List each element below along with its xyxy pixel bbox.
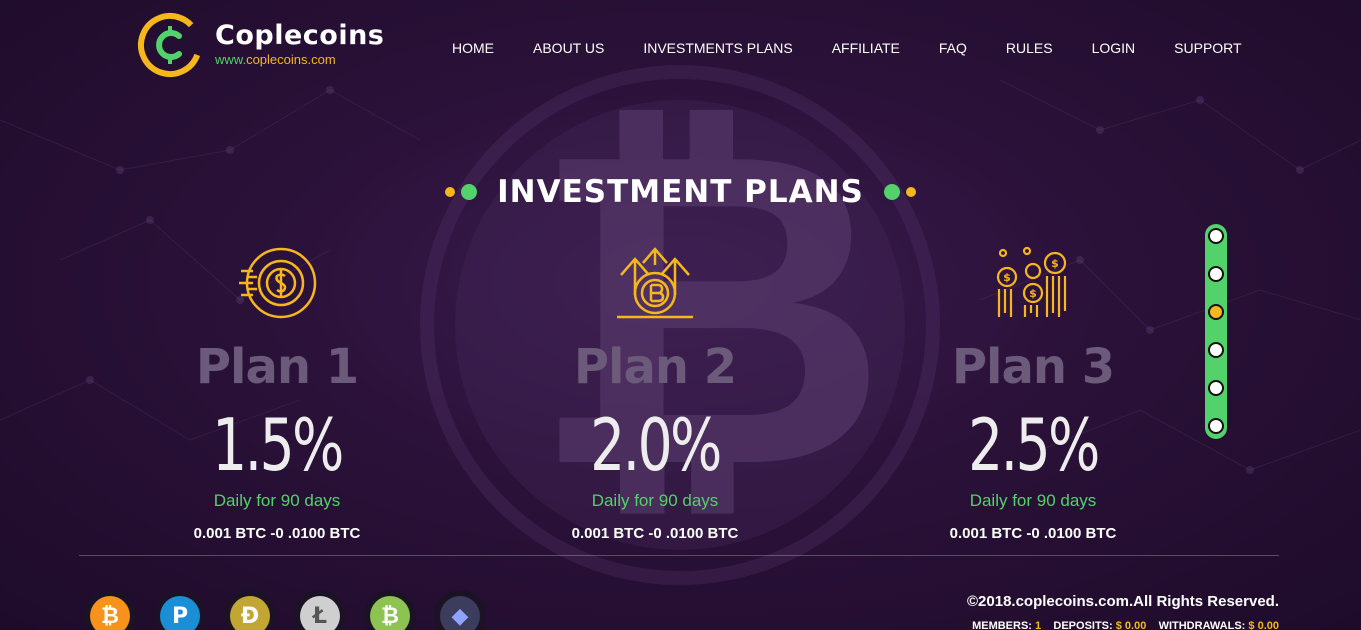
section-heading: INVESTMENT PLANS [0, 174, 1361, 210]
plan-name: Plan 2 [573, 339, 737, 395]
coin-speed-icon [239, 247, 317, 319]
plan-rate: 1.5% [212, 403, 344, 487]
slider-dot-5[interactable] [1208, 380, 1224, 396]
nav-faq[interactable]: FAQ [939, 40, 967, 56]
litecoin-icon: Ł [294, 590, 346, 630]
plan-name: Plan 1 [195, 339, 359, 395]
slider-dot-1[interactable] [1208, 228, 1224, 244]
section-slider-nav [1205, 224, 1227, 439]
payment-methods: ₿ P Ð Ł ₿ ◆ [84, 590, 504, 630]
slider-dot-6[interactable] [1208, 418, 1224, 434]
heading-dot-left-large [461, 184, 478, 200]
plan-rate: 2.0% [590, 403, 722, 487]
nav-affiliate[interactable]: AFFILIATE [832, 40, 900, 56]
heading-dot-right-large [883, 184, 900, 200]
plan-range: 0.001 BTC -0 .0100 BTC [949, 525, 1117, 542]
ethereum-icon: ◆ [434, 590, 486, 630]
site-stats: MEMBERS: 1 DEPOSITS: $ 0.00 WITHDRAWALS:… [972, 620, 1279, 630]
nav-login[interactable]: LOGIN [1092, 40, 1136, 56]
slider-dot-4[interactable] [1208, 342, 1224, 358]
svg-text:$: $ [1051, 257, 1059, 270]
logo-icon [138, 13, 202, 77]
nav-rules[interactable]: RULES [1006, 40, 1053, 56]
brand-url: www.coplecoins.com [215, 52, 336, 67]
nav-investment-plans[interactable]: INVESTMENTS PLANS [643, 40, 792, 56]
nav-support[interactable]: SUPPORT [1174, 40, 1241, 56]
heading-dot-right-small [905, 187, 916, 197]
brand-name: Coplecoins [215, 20, 385, 51]
plan-range: 0.001 BTC -0 .0100 BTC [571, 525, 739, 542]
main-nav: HOME ABOUT US INVESTMENTS PLANS AFFILIAT… [452, 40, 1281, 56]
section-title: INVESTMENT PLANS [497, 174, 864, 210]
bitcoin-cash-icon: ₿ [364, 590, 416, 630]
coin-stacks-icon: $ $ $ [996, 246, 1067, 317]
dogecoin-icon: Ð [224, 590, 276, 630]
footer-divider [79, 555, 1279, 556]
bitcoin-growth-icon [617, 247, 693, 319]
nav-home[interactable]: HOME [452, 40, 494, 56]
plan-card-1[interactable]: Plan 1 1.5% Daily for 90 days 0.001 BTC … [157, 245, 397, 542]
svg-text:$: $ [1029, 287, 1037, 300]
plan-card-2[interactable]: Plan 2 2.0% Daily for 90 days 0.001 BTC … [535, 245, 775, 542]
plan-term: Daily for 90 days [213, 491, 341, 510]
copyright: ©2018.coplecoins.com.All Rights Reserved… [967, 593, 1279, 610]
heading-dot-left-small [445, 187, 456, 197]
site-logo[interactable]: Coplecoins www.coplecoins.com [137, 12, 384, 78]
nav-about-us[interactable]: ABOUT US [533, 40, 604, 56]
slider-dot-2[interactable] [1208, 266, 1224, 282]
payeer-icon: P [154, 590, 206, 630]
slider-dot-3-active[interactable] [1208, 304, 1224, 320]
bitcoin-icon: ₿ [84, 590, 136, 630]
plan-rate: 2.5% [968, 403, 1100, 487]
plan-term: Daily for 90 days [969, 491, 1097, 510]
svg-text:$: $ [1003, 271, 1011, 284]
plan-name: Plan 3 [951, 339, 1115, 395]
plan-term: Daily for 90 days [591, 491, 719, 510]
plan-range: 0.001 BTC -0 .0100 BTC [193, 525, 361, 542]
plan-card-3[interactable]: $ $ $ Plan 3 2.5% Daily for 90 days 0.001 … [913, 245, 1153, 542]
